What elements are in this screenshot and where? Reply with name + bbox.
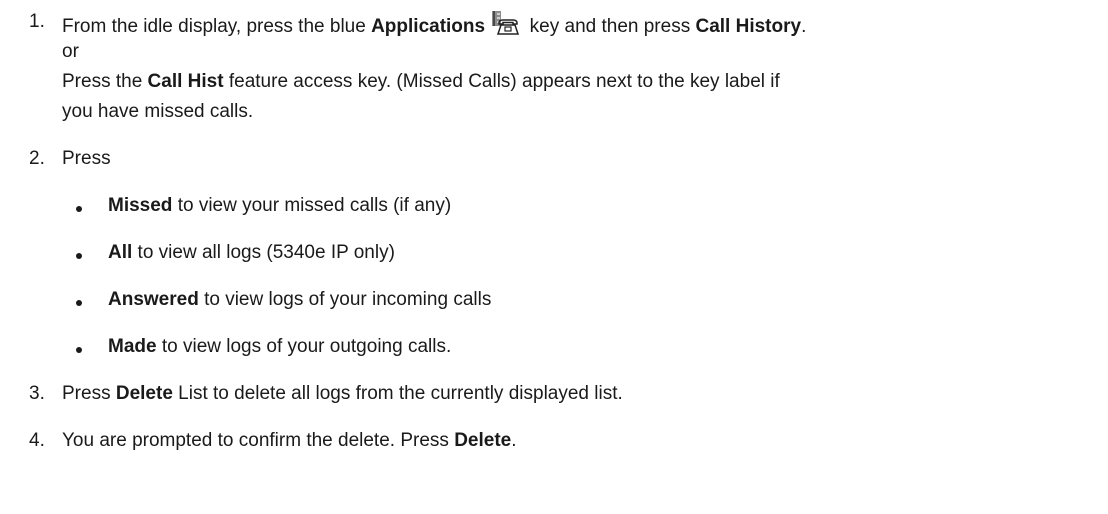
bullet-icon xyxy=(76,206,82,212)
step-1-line-1: From the idle display, press the blue Ap… xyxy=(62,10,807,37)
option-description: to view logs of your outgoing calls. xyxy=(156,336,452,357)
step-1-line-4: you have missed calls. xyxy=(62,101,254,122)
list-item: Missed to view your missed calls (if any… xyxy=(108,194,451,218)
step-number: 3. xyxy=(29,383,45,404)
option-label: Made xyxy=(108,336,157,357)
call-hist-key-label: Call Hist xyxy=(147,71,224,92)
step-text: . xyxy=(511,430,517,451)
bullet-icon xyxy=(76,300,82,306)
list-item: All to view all logs (5340e IP only) xyxy=(108,241,395,265)
or-text: or xyxy=(62,41,79,62)
phone-applications-icon xyxy=(492,11,520,35)
step-text: From the idle display, press the blue xyxy=(62,16,372,37)
step-text: . xyxy=(801,16,807,37)
option-description: to view your missed calls (if any) xyxy=(172,195,452,216)
step-number: 1. xyxy=(29,11,45,32)
step-text: Press the xyxy=(62,71,148,92)
step-text: key and then press xyxy=(524,16,696,37)
instructions-document: 1. From the idle display, press the blue… xyxy=(0,0,1108,514)
step-number: 4. xyxy=(29,430,45,451)
bullet-icon xyxy=(76,253,82,259)
step-text: List to delete all logs from the current… xyxy=(172,383,623,404)
step-text: Press xyxy=(62,383,116,404)
step-text: You are prompted to confirm the delete. … xyxy=(62,430,455,451)
delete-label: Delete xyxy=(115,383,173,404)
list-item: Made to view logs of your outgoing calls… xyxy=(108,335,451,359)
step-text: feature access key. (Missed Calls) appea… xyxy=(223,71,780,92)
step-2-text: Press xyxy=(62,148,111,169)
list-item: Answered to view logs of your incoming c… xyxy=(108,288,491,312)
option-description: to view logs of your incoming calls xyxy=(198,289,492,310)
step-4-text: You are prompted to confirm the delete. … xyxy=(62,429,517,453)
option-description: to view all logs (5340e IP only) xyxy=(132,242,395,263)
step-1-line-3: Press the Call Hist feature access key. … xyxy=(62,70,780,94)
option-label: All xyxy=(108,242,133,263)
option-label: Missed xyxy=(108,195,173,216)
applications-key-label: Applications xyxy=(371,16,486,37)
delete-label: Delete xyxy=(454,430,512,451)
option-label: Answered xyxy=(108,289,199,310)
bullet-icon xyxy=(76,347,82,353)
step-3-text: Press Delete List to delete all logs fro… xyxy=(62,382,623,406)
call-history-label: Call History xyxy=(695,16,802,37)
step-number: 2. xyxy=(29,148,45,169)
